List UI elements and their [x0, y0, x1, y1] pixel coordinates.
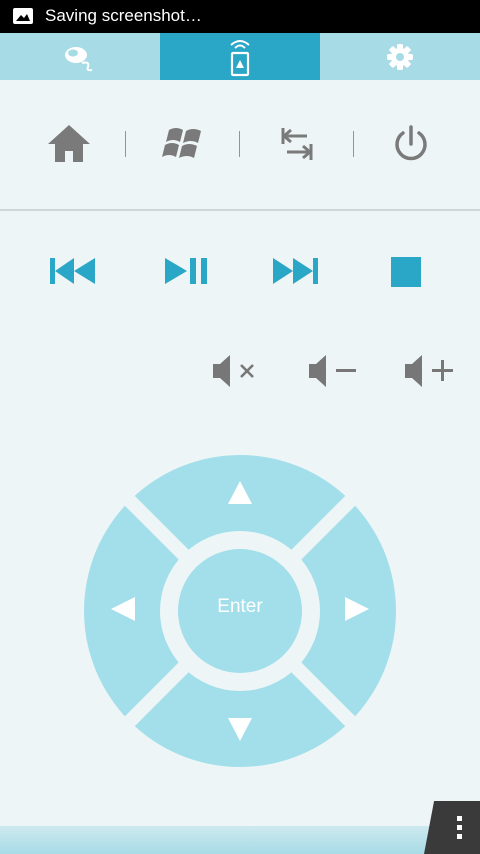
enter-button[interactable] [178, 549, 302, 673]
tab-bar [0, 33, 480, 80]
dpad-down-button[interactable] [170, 690, 310, 760]
windows-button[interactable] [157, 124, 211, 166]
next-track-icon [273, 258, 318, 284]
tab-switch-button[interactable] [272, 124, 322, 166]
stop-icon [391, 257, 421, 287]
next-track-button[interactable] [267, 254, 325, 294]
separator [125, 131, 126, 157]
overflow-menu-icon [457, 816, 462, 843]
play-pause-icon [165, 258, 207, 284]
volume-up-icon [405, 355, 453, 387]
volume-down-icon [309, 355, 356, 387]
divider [0, 209, 480, 211]
play-pause-button[interactable] [158, 254, 214, 294]
separator [353, 131, 354, 157]
stop-button[interactable] [384, 254, 428, 294]
mouse-keyboard-icon [65, 46, 93, 71]
status-bar: Saving screenshot… [0, 0, 480, 33]
separator [239, 131, 240, 157]
mute-button[interactable] [206, 352, 262, 392]
tab-mouse-keyboard[interactable] [0, 33, 160, 80]
dpad-left-button[interactable] [90, 540, 160, 680]
tab-switch-icon [281, 128, 313, 160]
previous-track-button[interactable] [44, 254, 102, 294]
home-icon [48, 125, 90, 162]
status-notification-text: Saving screenshot… [45, 6, 202, 25]
dpad-right-button[interactable] [320, 540, 390, 680]
volume-up-button[interactable] [400, 352, 456, 392]
overflow-menu-button[interactable] [424, 801, 480, 854]
gear-icon [387, 43, 413, 70]
remote-control-icon [230, 39, 250, 76]
power-button[interactable] [388, 124, 434, 168]
tab-settings[interactable] [320, 33, 480, 80]
image-icon [13, 8, 33, 24]
volume-mute-icon [213, 355, 254, 387]
windows-logo-icon [162, 128, 201, 158]
home-button[interactable] [41, 122, 97, 168]
previous-track-icon [50, 258, 95, 284]
volume-down-button[interactable] [303, 352, 359, 392]
dpad-up-button[interactable] [170, 465, 310, 535]
tab-remote-control[interactable] [160, 33, 320, 80]
bottom-bar [0, 826, 480, 854]
power-icon [395, 125, 427, 161]
